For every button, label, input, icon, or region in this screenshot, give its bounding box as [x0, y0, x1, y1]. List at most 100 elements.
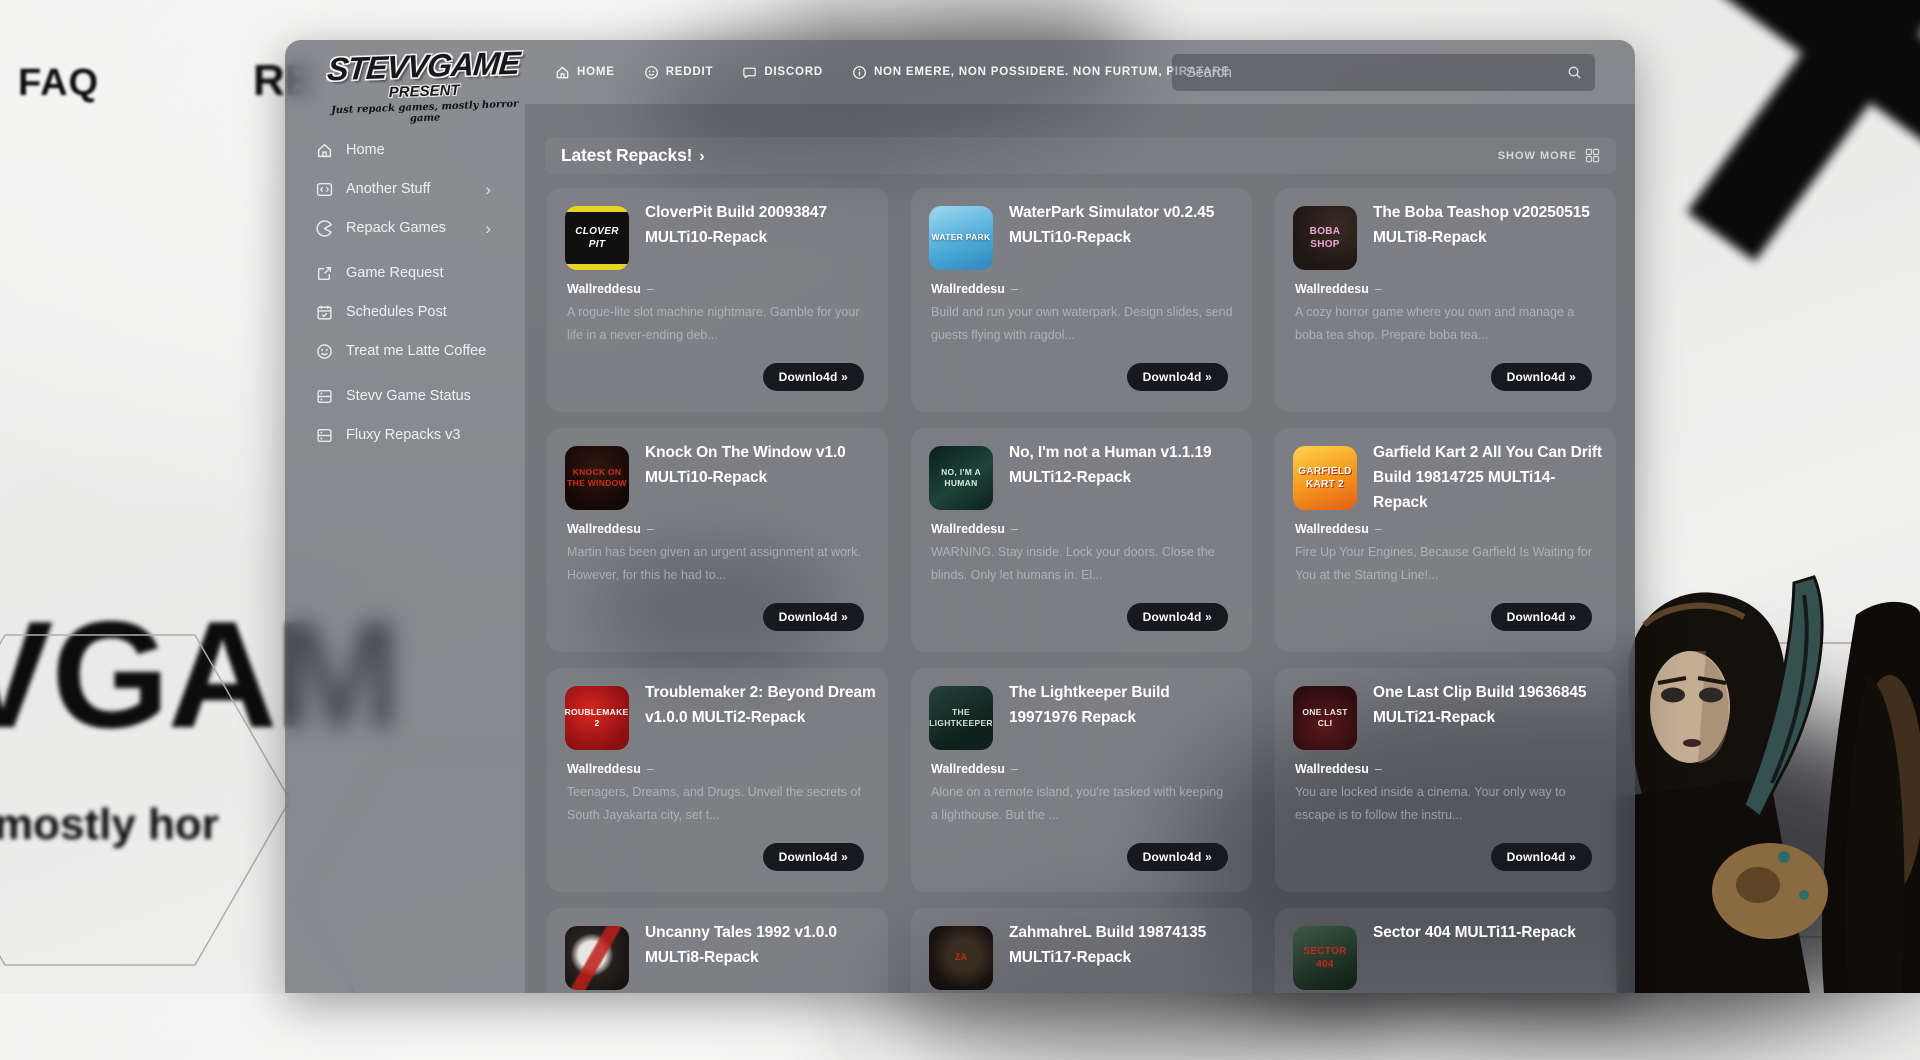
- nav-link-label: HOME: [577, 66, 615, 78]
- author-row: Wallreddesu–: [931, 762, 1018, 776]
- thumb-text: ZA: [955, 952, 968, 964]
- nav-link-reddit[interactable]: REDDIT: [644, 65, 714, 80]
- home-icon: [316, 142, 333, 159]
- bg-character-art: [1618, 555, 1920, 993]
- sidebar-item-repack-games[interactable]: Repack Games ›: [285, 216, 525, 240]
- nav-link-discord[interactable]: DISCORD: [742, 65, 823, 80]
- author-row: Wallreddesu–: [931, 282, 1018, 296]
- download-button[interactable]: Downlo4d »: [1491, 603, 1592, 631]
- repack-title[interactable]: Sector 404 MULTi11-Repack: [1373, 921, 1605, 946]
- author-dash: –: [1375, 762, 1382, 776]
- repack-card[interactable]: THE LIGHTKEEPER The Lightkeeper Build 19…: [911, 668, 1252, 892]
- repack-card[interactable]: ZA ZahmahreL Build 19874135 MULTi17-Repa…: [911, 908, 1252, 993]
- repack-card[interactable]: KNOCK ON THE WINDOW Knock On The Window …: [547, 428, 888, 652]
- thumb-text: ONE LAST CLI: [1295, 707, 1355, 729]
- repack-description: Martin has been given an urgent assignme…: [567, 541, 869, 588]
- game-thumbnail[interactable]: CLOVER PIT: [565, 206, 629, 270]
- download-button[interactable]: Downlo4d »: [763, 603, 864, 631]
- download-button[interactable]: Downlo4d »: [1127, 603, 1228, 631]
- external-link-icon: [316, 265, 333, 282]
- sidebar-item-game-request[interactable]: Game Request: [285, 261, 525, 285]
- repack-card[interactable]: TROUBLEMAKER 2 Troublemaker 2: Beyond Dr…: [547, 668, 888, 892]
- download-button[interactable]: Downlo4d »: [763, 363, 864, 391]
- thumb-text: SECTOR 404: [1295, 945, 1355, 971]
- server-icon: [316, 388, 333, 405]
- sidebar-item-treat-me-latte[interactable]: Treat me Latte Coffee: [285, 339, 525, 363]
- sidebar-item-schedules-post[interactable]: Schedules Post: [285, 300, 525, 324]
- repack-title[interactable]: Troublemaker 2: Beyond Dream v1.0.0 MULT…: [645, 681, 877, 731]
- repack-card[interactable]: ONE LAST CLI One Last Clip Build 1963684…: [1275, 668, 1616, 892]
- game-thumbnail[interactable]: ONE LAST CLI: [1293, 686, 1357, 750]
- author-link[interactable]: Wallreddesu: [931, 282, 1005, 296]
- repack-title[interactable]: Uncanny Tales 1992 v1.0.0 MULTi8-Repack: [645, 921, 877, 971]
- author-dash: –: [1011, 522, 1018, 536]
- smiley-icon: [316, 343, 333, 360]
- author-link[interactable]: Wallreddesu: [1295, 762, 1369, 776]
- author-link[interactable]: Wallreddesu: [931, 762, 1005, 776]
- calendar-icon: [316, 304, 333, 321]
- game-thumbnail[interactable]: NO, I'M A HUMAN: [929, 446, 993, 510]
- game-thumbnail[interactable]: TROUBLEMAKER 2: [565, 686, 629, 750]
- game-thumbnail[interactable]: KNOCK ON THE WINDOW: [565, 446, 629, 510]
- nav-link-label: DISCORD: [764, 66, 823, 78]
- sidebar-item-home[interactable]: Home: [285, 138, 525, 162]
- search-icon[interactable]: [1567, 65, 1582, 80]
- game-thumbnail[interactable]: THE LIGHTKEEPER: [929, 686, 993, 750]
- repack-card[interactable]: GARFIELD KART 2 Garfield Kart 2 All You …: [1275, 428, 1616, 652]
- sidebar-item-another-stuff[interactable]: Another Stuff ›: [285, 177, 525, 201]
- repack-title[interactable]: Knock On The Window v1.0 MULTi10-Repack: [645, 441, 877, 491]
- game-thumbnail[interactable]: ZA: [929, 926, 993, 990]
- download-button[interactable]: Downlo4d »: [763, 843, 864, 871]
- repack-card[interactable]: NO, I'M A HUMAN No, I'm not a Human v1.1…: [911, 428, 1252, 652]
- download-button[interactable]: Downlo4d »: [1491, 363, 1592, 391]
- thumb-text: THE LIGHTKEEPER: [929, 707, 993, 729]
- game-thumbnail[interactable]: GARFIELD KART 2: [1293, 446, 1357, 510]
- repack-description: WARNING. Stay inside. Lock your doors. C…: [931, 541, 1233, 588]
- search-input[interactable]: [1172, 65, 1567, 81]
- main-overlay-panel: STEVVGAME PRESENT Just repack games, mos…: [285, 40, 1635, 993]
- cards-grid: CLOVER PIT CloverPit Build 20093847 MULT…: [547, 188, 1616, 993]
- download-button[interactable]: Downlo4d »: [1491, 843, 1592, 871]
- repack-title[interactable]: CloverPit Build 20093847 MULTi10-Repack: [645, 201, 877, 251]
- repack-description: Build and run your own waterpark. Design…: [931, 301, 1233, 348]
- nav-link-home[interactable]: HOME: [555, 65, 615, 80]
- section-header: Latest Repacks!› SHOW MORE: [545, 137, 1616, 174]
- show-more-button[interactable]: SHOW MORE: [1498, 148, 1600, 163]
- author-link[interactable]: Wallreddesu: [1295, 282, 1369, 296]
- author-dash: –: [1011, 762, 1018, 776]
- repack-card[interactable]: Uncanny Tales 1992 v1.0.0 MULTi8-Repack: [547, 908, 888, 993]
- author-link[interactable]: Wallreddesu: [931, 522, 1005, 536]
- reddit-icon: [644, 65, 659, 80]
- game-thumbnail[interactable]: BOBA SHOP: [1293, 206, 1357, 270]
- download-button[interactable]: Downlo4d »: [1127, 843, 1228, 871]
- game-thumbnail[interactable]: WATER PARK: [929, 206, 993, 270]
- repack-card[interactable]: BOBA SHOP The Boba Teashop v20250515 MUL…: [1275, 188, 1616, 412]
- repack-title[interactable]: WaterPark Simulator v0.2.45 MULTi10-Repa…: [1009, 201, 1241, 251]
- repack-title[interactable]: No, I'm not a Human v1.1.19 MULTi12-Repa…: [1009, 441, 1241, 491]
- sidebar: Home Another Stuff › Repack Games › Game…: [285, 104, 525, 993]
- game-thumbnail[interactable]: SECTOR 404: [1293, 926, 1357, 990]
- author-link[interactable]: Wallreddesu: [567, 762, 641, 776]
- repack-description: A rogue-lite slot machine nightmare. Gam…: [567, 301, 869, 348]
- repack-title[interactable]: One Last Clip Build 19636845 MULTi21-Rep…: [1373, 681, 1605, 731]
- repack-card[interactable]: WATER PARK WaterPark Simulator v0.2.45 M…: [911, 188, 1252, 412]
- sidebar-item-label: Home: [346, 142, 385, 158]
- sidebar-item-stevv-game-status[interactable]: Stevv Game Status: [285, 384, 525, 408]
- repack-title[interactable]: ZahmahreL Build 19874135 MULTi17-Repack: [1009, 921, 1241, 971]
- game-thumbnail[interactable]: [565, 926, 629, 990]
- author-link[interactable]: Wallreddesu: [1295, 522, 1369, 536]
- sidebar-item-fluxy-repacks[interactable]: Fluxy Repacks v3: [285, 423, 525, 447]
- repack-title[interactable]: The Boba Teashop v20250515 MULTi8-Repack: [1373, 201, 1605, 251]
- repack-description: Alone on a remote island, you're tasked …: [931, 781, 1233, 828]
- repack-title[interactable]: Garfield Kart 2 All You Can Drift Build …: [1373, 441, 1605, 515]
- repack-description: You are locked inside a cinema. Your onl…: [1295, 781, 1597, 828]
- author-link[interactable]: Wallreddesu: [567, 522, 641, 536]
- author-link[interactable]: Wallreddesu: [567, 282, 641, 296]
- grid-icon: [1585, 148, 1600, 163]
- site-logo[interactable]: STEVVGAME PRESENT Just repack games, mos…: [316, 44, 533, 127]
- repack-title[interactable]: The Lightkeeper Build 19971976 Repack: [1009, 681, 1241, 731]
- repack-card[interactable]: SECTOR 404 Sector 404 MULTi11-Repack: [1275, 908, 1616, 993]
- download-button[interactable]: Downlo4d »: [1127, 363, 1228, 391]
- repack-card[interactable]: CLOVER PIT CloverPit Build 20093847 MULT…: [547, 188, 888, 412]
- sidebar-item-label: Game Request: [346, 265, 444, 281]
